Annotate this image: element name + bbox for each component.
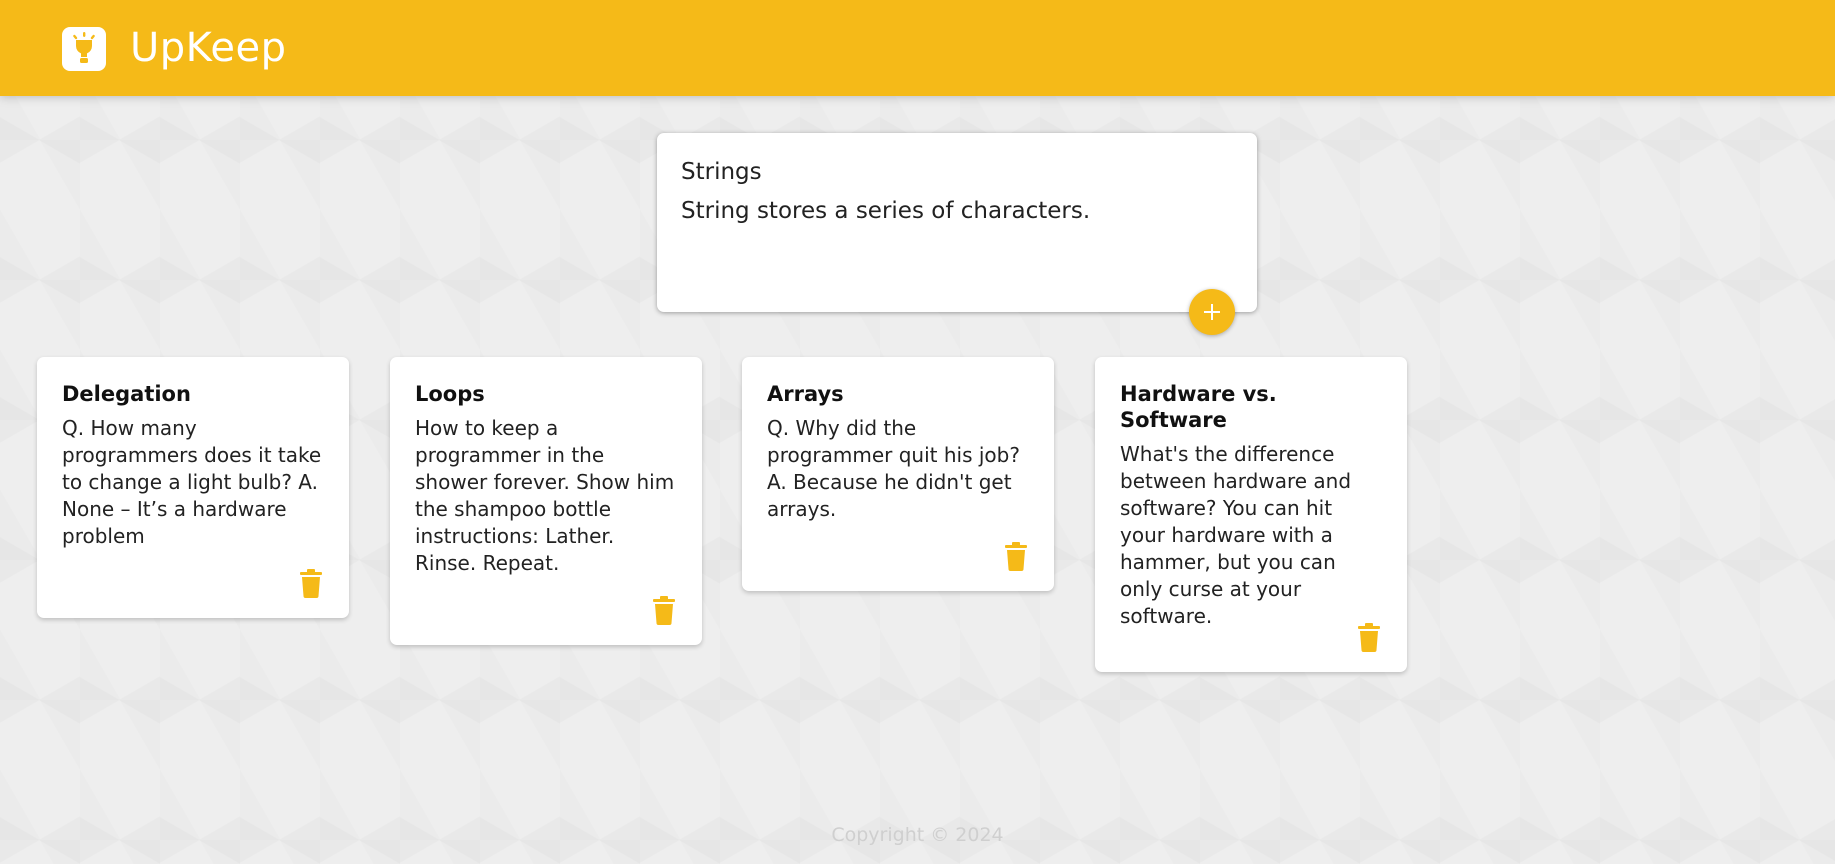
trash-icon xyxy=(651,596,677,628)
trash-icon xyxy=(1356,623,1382,655)
delete-note-button[interactable] xyxy=(651,595,677,625)
delete-note-button[interactable] xyxy=(1003,541,1029,571)
lightbulb-icon xyxy=(62,27,106,71)
note-content-input[interactable]: String stores a series of characters. xyxy=(681,193,1231,229)
note-title: Arrays xyxy=(767,382,844,406)
app-header: UpKeep xyxy=(0,0,1835,96)
delete-note-button[interactable] xyxy=(1356,622,1382,652)
note-title: Delegation xyxy=(62,382,191,406)
create-note-form: String stores a series of characters. xyxy=(657,133,1257,312)
note-title: Hardware vs. Software xyxy=(1120,382,1277,432)
note-content: Q. Why did the programmer quit his job? … xyxy=(767,416,1027,521)
note-card: Arrays Q. Why did the programmer quit hi… xyxy=(742,357,1054,591)
note-title: Loops xyxy=(415,382,485,406)
note-card: Delegation Q. How many programmers does … xyxy=(37,357,349,618)
trash-icon xyxy=(1003,542,1029,574)
note-content: Q. How many programmers does it take to … xyxy=(62,416,328,548)
trash-icon xyxy=(298,569,324,601)
footer: Copyright © 2024 xyxy=(0,824,1835,846)
delete-note-button[interactable] xyxy=(298,568,324,598)
note-title-input[interactable] xyxy=(681,155,1231,189)
app-title: UpKeep xyxy=(130,25,287,71)
note-card: Loops How to keep a programmer in the sh… xyxy=(390,357,702,645)
add-note-button[interactable] xyxy=(1189,289,1235,335)
note-content: What's the difference between hardware a… xyxy=(1120,442,1358,628)
note-card: Hardware vs. Software What's the differe… xyxy=(1095,357,1407,672)
note-content: How to keep a programmer in the shower f… xyxy=(415,416,681,575)
copyright-text: Copyright © 2024 xyxy=(831,824,1004,846)
